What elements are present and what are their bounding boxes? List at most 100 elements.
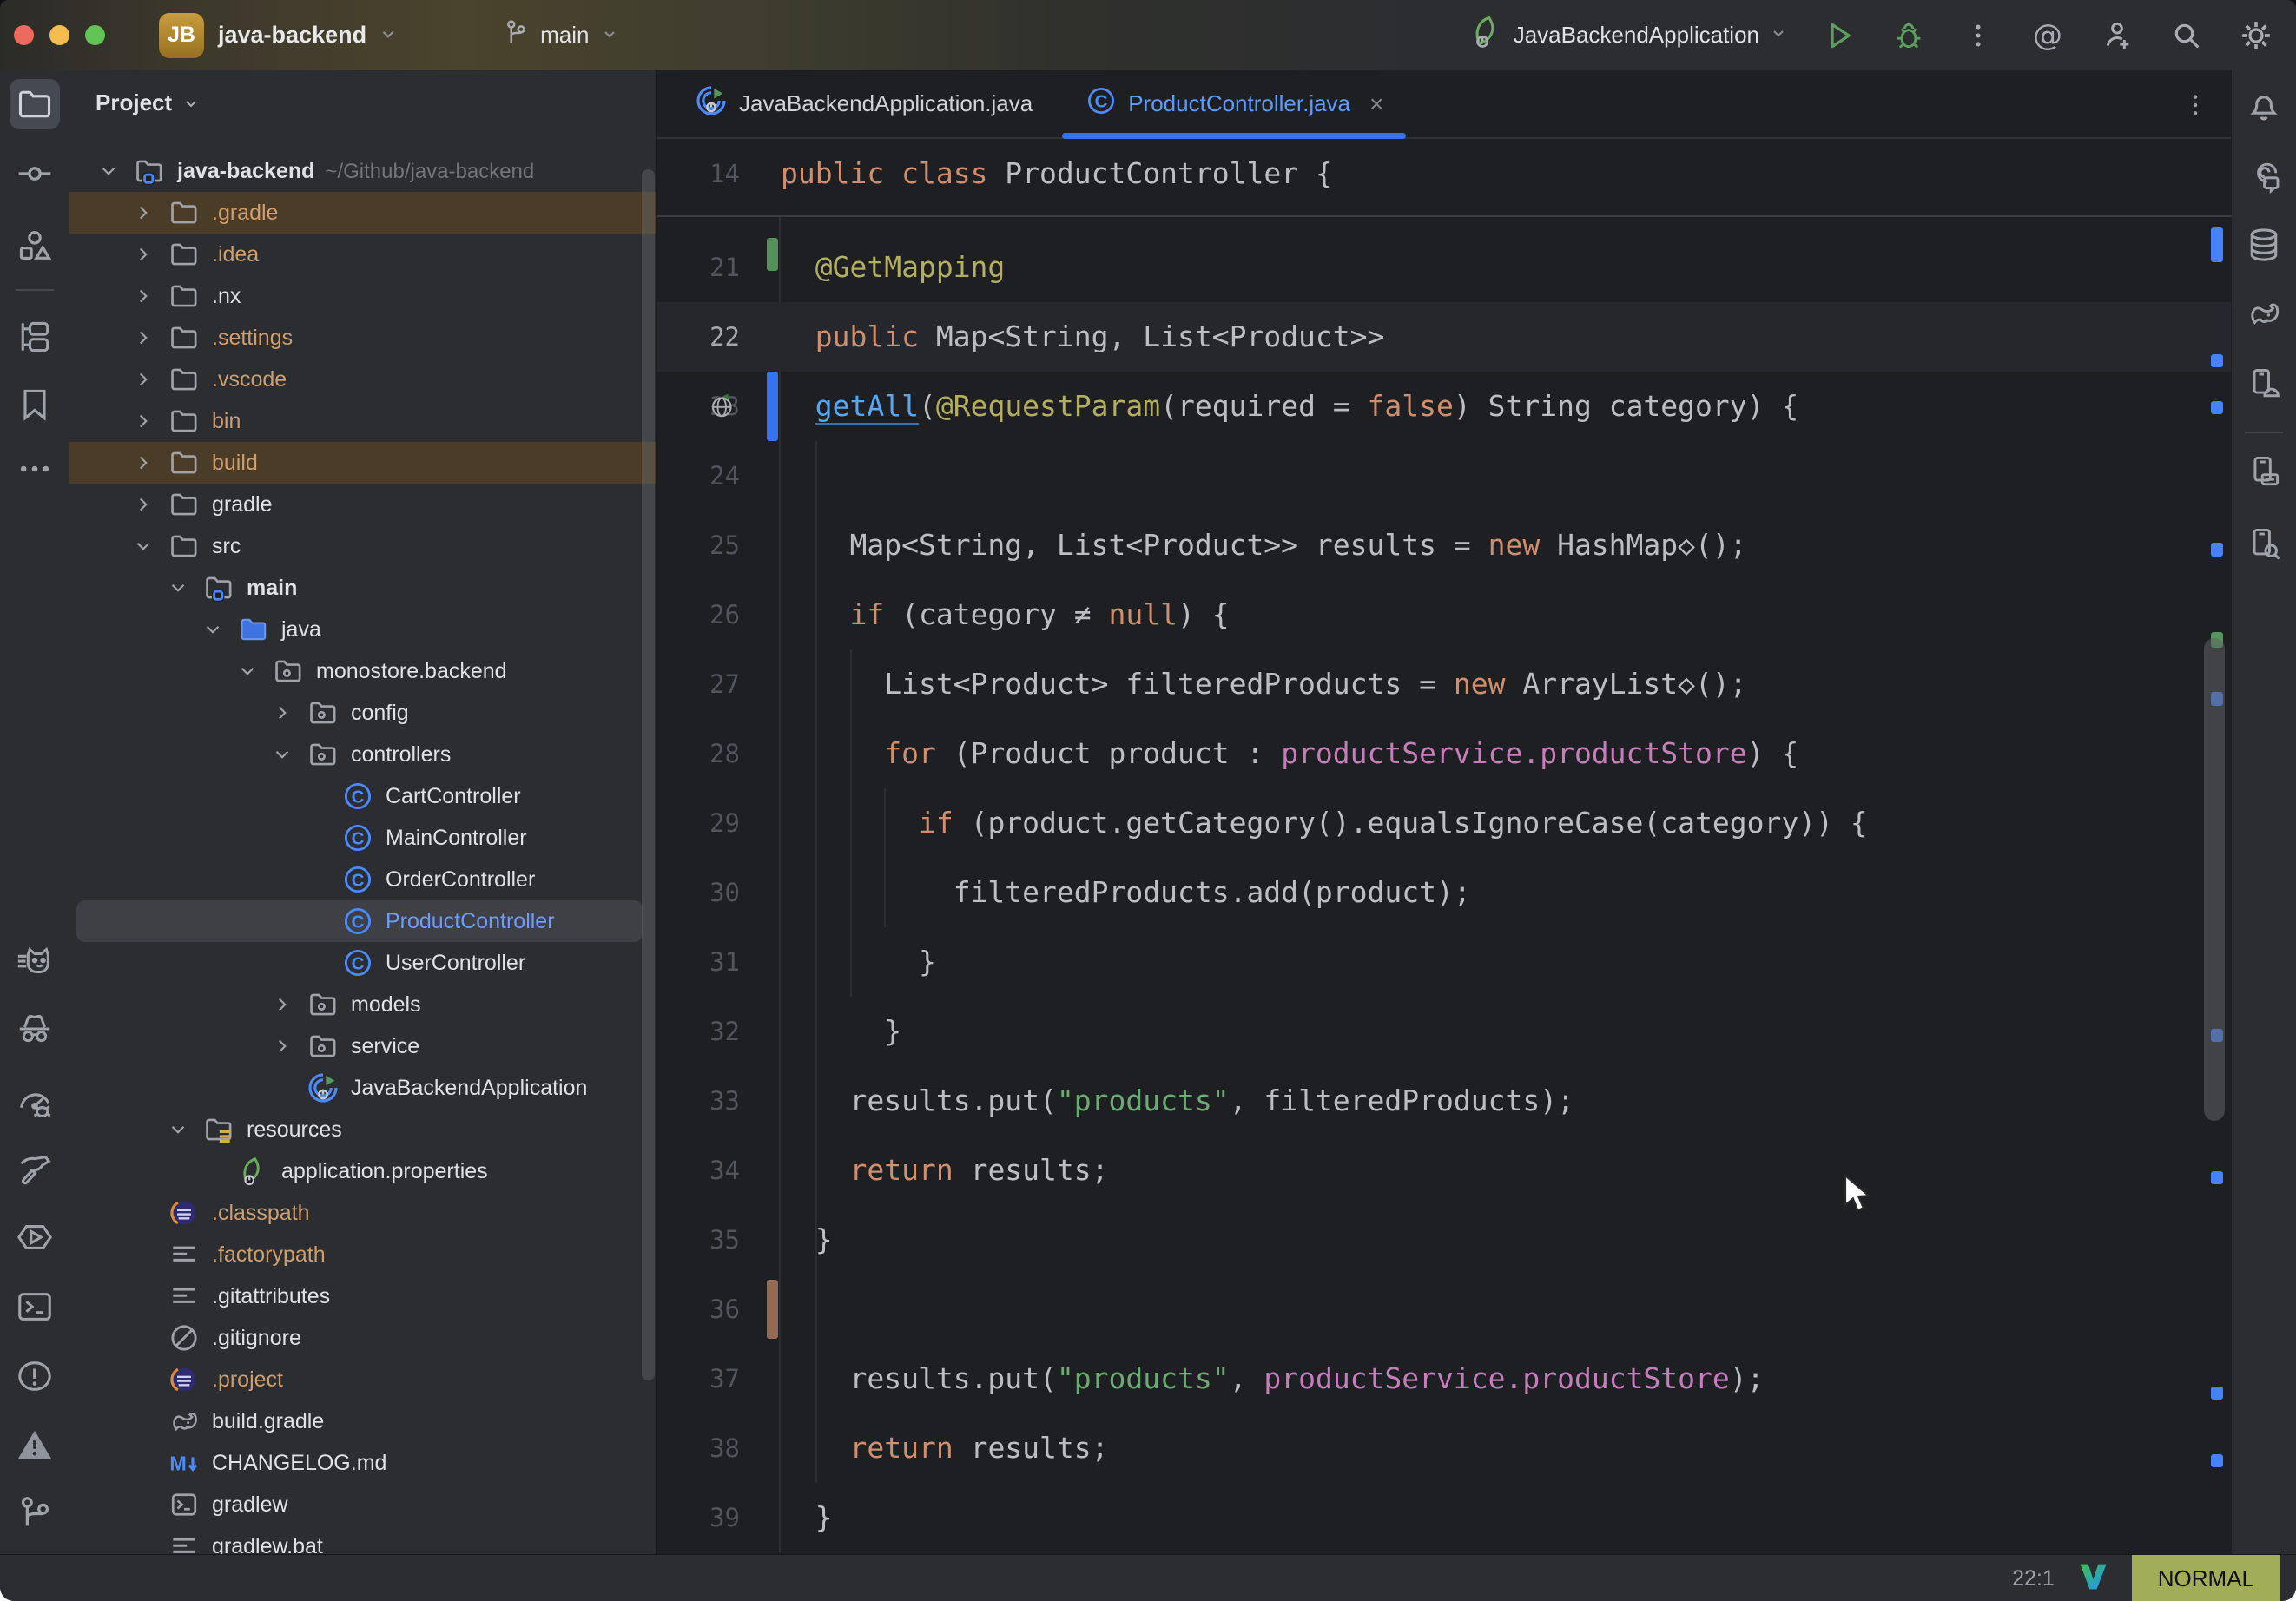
add-user-icon[interactable] [2098,16,2136,55]
code-line-22[interactable]: 22 public Map<String, List<Product>> [657,302,2232,372]
code-line-21[interactable]: 21 @GetMapping [657,233,2232,302]
ai-swirl-icon[interactable]: @ [2029,16,2067,55]
line-number[interactable]: 22 [657,302,775,372]
chevron-collapsed-icon[interactable] [267,1031,297,1061]
tree-item--classpath[interactable]: .classpath [69,1192,656,1234]
tree-item-java[interactable]: java [69,609,656,650]
tree-item--idea[interactable]: .idea [69,234,656,275]
line-number[interactable]: 25 [657,511,775,580]
more-actions-icon[interactable] [1959,16,1997,55]
tree-item--settings[interactable]: .settings [69,317,656,359]
tree-item-resources[interactable]: resources [69,1109,656,1150]
code-line-28[interactable]: 28 for (Product product : productService… [657,719,2232,788]
line-number[interactable]: 14 [657,139,775,208]
vim-mode-badge[interactable]: NORMAL [2132,1555,2280,1601]
close-window-button[interactable] [14,25,34,45]
ai-assistant-icon[interactable] [2239,150,2289,201]
analysis-stripe-mark[interactable] [2211,1454,2223,1467]
running-devices-icon[interactable] [2239,446,2289,497]
zoom-window-button[interactable] [85,25,105,45]
branch-switcher[interactable]: main [540,22,589,49]
code-line-23[interactable]: 23 getAll(@RequestParam(required = false… [657,372,2232,441]
tree-item--gitattributes[interactable]: .gitattributes [69,1275,656,1317]
project-scrollbar[interactable] [642,169,655,1380]
tree-item-gradle[interactable]: gradle [69,484,656,525]
chevron-collapsed-icon[interactable] [129,490,158,519]
tree-item-models[interactable]: models [69,984,656,1025]
code-line-25[interactable]: 25 Map<String, List<Product>> results = … [657,511,2232,580]
chevron-expanded-icon[interactable] [163,1115,193,1144]
tree-item-java-backend[interactable]: java-backend~/Github/java-backend [69,150,656,192]
profiler-icon[interactable] [10,1077,60,1128]
tree-item-main[interactable]: main [69,567,656,609]
terminal-icon[interactable] [10,1281,60,1332]
line-number[interactable]: 32 [657,997,775,1066]
chevron-expanded-icon[interactable] [198,615,228,644]
line-number[interactable]: 31 [657,927,775,997]
code-line-39[interactable]: 39 } [657,1483,2232,1552]
minimize-window-button[interactable] [49,25,69,45]
chevron-expanded-icon[interactable] [267,740,297,769]
chevron-collapsed-icon[interactable] [129,240,158,269]
editor-tab-productcontroller-java[interactable]: CProductController.java× [1059,70,1409,137]
chevron-expanded-icon[interactable] [129,531,158,561]
analysis-stripe-mark[interactable] [2211,1387,2223,1400]
code-line-24[interactable]: 24 [657,441,2232,511]
tree-item-build[interactable]: build [69,442,656,484]
analysis-stripe-mark[interactable] [2211,227,2223,262]
device-manager-icon[interactable] [2239,359,2289,409]
structure-icon[interactable] [10,221,60,271]
analysis-stripe-mark[interactable] [2211,401,2223,414]
close-tab-icon[interactable]: × [1369,90,1383,118]
code-line-35[interactable]: 35 } [657,1205,2232,1275]
line-number[interactable]: 33 [657,1066,775,1136]
analysis-stripe-mark[interactable] [2211,1171,2223,1184]
line-number[interactable]: 28 [657,719,775,788]
chevron-expanded-icon[interactable] [233,656,262,686]
warning-icon[interactable] [10,1420,60,1470]
chevron-collapsed-icon[interactable] [129,365,158,394]
code-line-38[interactable]: 38 return results; [657,1413,2232,1483]
analysis-stripe-mark[interactable] [2211,354,2223,367]
vcs-branch-icon[interactable] [10,1487,60,1538]
tree-item-productcontroller[interactable]: CProductController [76,900,643,942]
chevron-collapsed-icon[interactable] [129,323,158,352]
line-number[interactable]: 21 [657,233,775,302]
tree-item-cartcontroller[interactable]: CCartController [69,775,656,817]
chevron-expanded-icon[interactable] [94,156,123,186]
tree-item-src[interactable]: src [69,525,656,567]
tree-item--gradle[interactable]: .gradle [69,192,656,234]
tree-item-bin[interactable]: bin [69,400,656,442]
editor-scrollbar[interactable] [2204,638,2225,1121]
tree-item-monostore-backend[interactable]: monostore.backend [69,650,656,692]
code-line-34[interactable]: 34 return results; [657,1136,2232,1205]
tree-item-ordercontroller[interactable]: COrderController [69,859,656,900]
chevron-collapsed-icon[interactable] [267,990,297,1019]
run-button[interactable] [1820,16,1858,55]
line-number[interactable]: 24 [657,441,775,511]
database-icon[interactable] [2239,220,2289,270]
chevron-collapsed-icon[interactable] [267,698,297,728]
tree-item-gradlew-bat[interactable]: gradlew.bat [69,1525,656,1554]
code-line-37[interactable]: 37 results.put("products", productServic… [657,1344,2232,1413]
tree-item--gitignore[interactable]: .gitignore [69,1317,656,1359]
chevron-collapsed-icon[interactable] [129,198,158,227]
caret-position[interactable]: 22:1 [2012,1566,2055,1591]
tree-item-javabackendapplication[interactable]: JavaBackendApplication [69,1067,656,1109]
tree-item-service[interactable]: service [69,1025,656,1067]
code-line-32[interactable]: 32 } [657,997,2232,1066]
tree-item--factorypath[interactable]: .factorypath [69,1234,656,1275]
tree-item-changelog-md[interactable]: MCHANGELOG.md [69,1442,656,1484]
analysis-stripe-mark[interactable] [2211,543,2223,557]
chevron-expanded-icon[interactable] [163,573,193,603]
chevron-collapsed-icon[interactable] [129,281,158,311]
tree-item--project[interactable]: .project [69,1359,656,1400]
code-line-30[interactable]: 30 filteredProducts.add(product); [657,858,2232,927]
line-number[interactable]: 29 [657,788,775,858]
more-tools-icon[interactable] [10,444,60,494]
tree-item-maincontroller[interactable]: CMainController [69,817,656,859]
commit-icon[interactable] [10,148,60,199]
line-number[interactable]: 27 [657,649,775,719]
line-number[interactable]: 37 [657,1344,775,1413]
code-line-36[interactable]: 36 [657,1275,2232,1344]
